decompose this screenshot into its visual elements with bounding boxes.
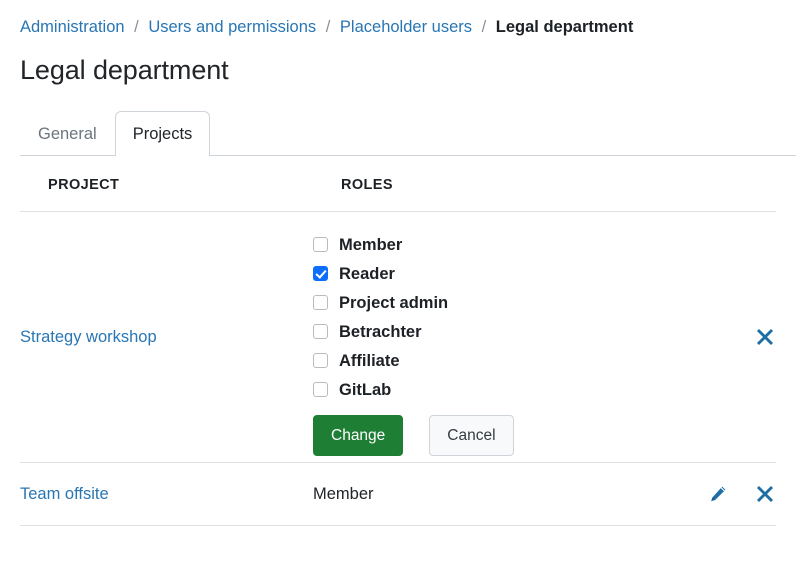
page-title: Legal department <box>0 37 796 86</box>
breadcrumb-separator: / <box>482 18 487 36</box>
role-checkbox-list: Member Reader Project admin Betr <box>313 214 638 460</box>
breadcrumb-item-administration[interactable]: Administration <box>20 18 125 36</box>
checkbox-reader[interactable] <box>313 266 328 281</box>
edit-icon[interactable] <box>708 484 728 504</box>
role-option-affiliate[interactable]: Affiliate <box>313 346 638 375</box>
tab-projects[interactable]: Projects <box>115 111 211 156</box>
table-row: Team offsite Member <box>20 463 776 526</box>
projects-table: PROJECT ROLES Strategy workshop Member <box>20 177 776 526</box>
project-link-team-offsite[interactable]: Team offsite <box>20 485 109 503</box>
column-header-project: PROJECT <box>20 177 313 212</box>
projects-table-head: PROJECT ROLES <box>20 177 776 212</box>
cancel-button[interactable]: Cancel <box>429 415 513 456</box>
column-header-roles: ROLES <box>313 177 638 212</box>
breadcrumb-item-users-and-permissions[interactable]: Users and permissions <box>148 18 316 36</box>
checkbox-betrachter[interactable] <box>313 324 328 339</box>
table-row: Strategy workshop Member Reader <box>20 212 776 463</box>
breadcrumb-separator: / <box>134 18 139 36</box>
checkbox-member[interactable] <box>313 237 328 252</box>
projects-table-container: PROJECT ROLES Strategy workshop Member <box>0 177 796 526</box>
delete-icon[interactable] <box>754 326 776 348</box>
role-option-gitlab[interactable]: GitLab <box>313 375 638 404</box>
tab-general[interactable]: General <box>20 111 115 156</box>
tab-bar: General Projects <box>0 109 796 156</box>
cell-actions <box>638 463 776 526</box>
role-label-member[interactable]: Member <box>339 235 402 255</box>
column-header-actions <box>638 177 776 212</box>
project-link-strategy-workshop[interactable]: Strategy workshop <box>20 328 157 346</box>
role-option-betrachter[interactable]: Betrachter <box>313 317 638 346</box>
checkbox-affiliate[interactable] <box>313 353 328 368</box>
role-option-member[interactable]: Member <box>313 230 638 259</box>
role-edit-buttons: Change Cancel <box>313 415 638 460</box>
breadcrumb-item-current: Legal department <box>496 18 634 36</box>
cell-roles: Member <box>313 463 638 526</box>
role-label-gitlab[interactable]: GitLab <box>339 380 391 400</box>
cell-roles: Member Reader Project admin Betr <box>313 212 638 463</box>
breadcrumb: Administration / Users and permissions /… <box>0 0 796 37</box>
checkbox-project-admin[interactable] <box>313 295 328 310</box>
cell-project: Strategy workshop <box>20 212 313 463</box>
role-label-project-admin[interactable]: Project admin <box>339 293 448 313</box>
table-header-row: PROJECT ROLES <box>20 177 776 212</box>
role-label-affiliate[interactable]: Affiliate <box>339 351 400 371</box>
projects-table-body: Strategy workshop Member Reader <box>20 212 776 526</box>
role-label-reader[interactable]: Reader <box>339 264 395 284</box>
role-option-reader[interactable]: Reader <box>313 259 638 288</box>
role-option-project-admin[interactable]: Project admin <box>313 288 638 317</box>
breadcrumb-item-placeholder-users[interactable]: Placeholder users <box>340 18 472 36</box>
delete-icon[interactable] <box>754 483 776 505</box>
checkbox-gitlab[interactable] <box>313 382 328 397</box>
change-button[interactable]: Change <box>313 415 403 456</box>
role-label-betrachter[interactable]: Betrachter <box>339 322 422 342</box>
cell-project: Team offsite <box>20 463 313 526</box>
breadcrumb-separator: / <box>326 18 331 36</box>
cell-actions <box>638 212 776 463</box>
